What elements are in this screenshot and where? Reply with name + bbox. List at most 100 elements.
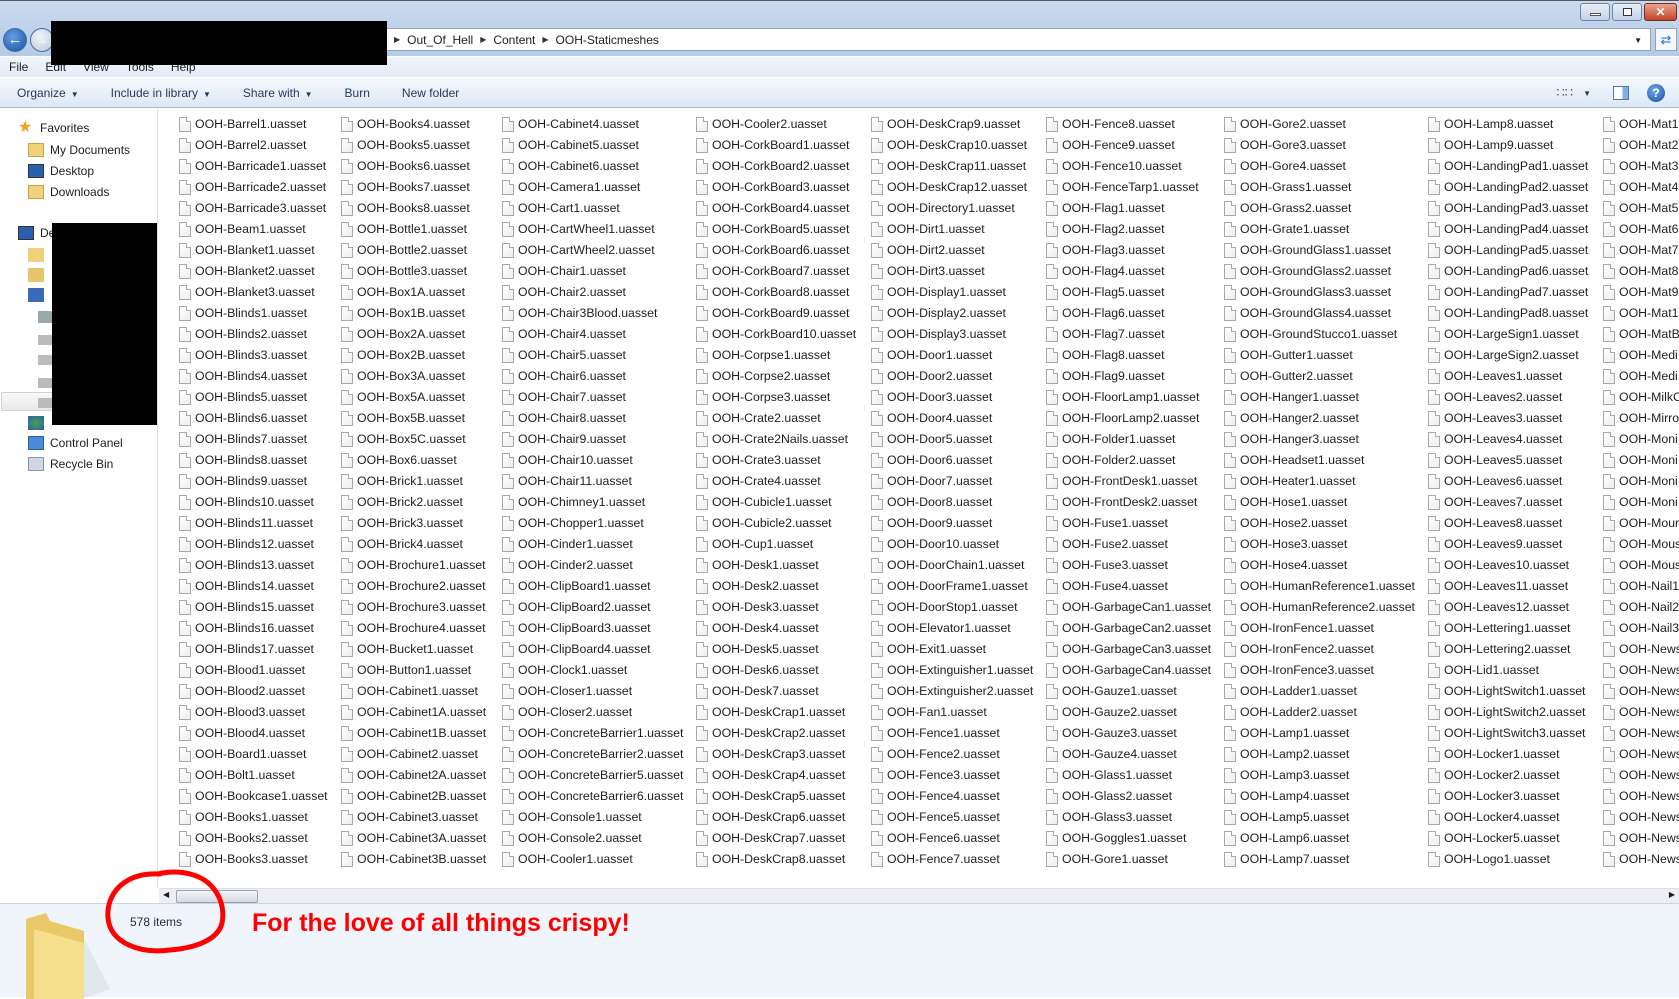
preview-pane-icon[interactable] (1613, 86, 1629, 100)
file-item[interactable]: OOH-Cabinet5.uasset (502, 135, 639, 155)
file-item[interactable]: OOH-Cabinet6.uasset (502, 156, 639, 176)
file-item[interactable]: OOH-Chopper1.uasset (502, 513, 644, 533)
file-item[interactable]: OOH-News (1603, 828, 1679, 848)
file-item[interactable]: OOH-FenceTarp1.uasset (1046, 177, 1199, 197)
file-item[interactable]: OOH-DoorChain1.uasset (871, 555, 1024, 575)
file-item[interactable]: OOH-Crate4.uasset (696, 471, 821, 491)
file-item[interactable]: OOH-Mat4. (1603, 177, 1679, 197)
nav-recycle-bin[interactable]: Recycle Bin (28, 457, 113, 471)
file-item[interactable]: OOH-DeskCrap5.uasset (696, 786, 845, 806)
file-item[interactable]: OOH-LandingPad6.uasset (1428, 261, 1588, 281)
file-item[interactable]: OOH-CartWheel1.uasset (502, 219, 655, 239)
file-item[interactable]: OOH-Locker3.uasset (1428, 786, 1560, 806)
file-item[interactable]: OOH-Desk5.uasset (696, 639, 819, 659)
file-item[interactable]: OOH-Leaves3.uasset (1428, 408, 1562, 428)
file-item[interactable]: OOH-Lettering2.uasset (1428, 639, 1570, 659)
file-item[interactable]: OOH-Fence6.uasset (871, 828, 1000, 848)
file-item[interactable]: OOH-IronFence1.uasset (1224, 618, 1374, 638)
file-item[interactable]: OOH-Button1.uasset (341, 660, 471, 680)
file-item[interactable]: OOH-Blanket3.uasset (179, 282, 315, 302)
file-item[interactable]: OOH-Cabinet1A.uasset (341, 702, 486, 722)
file-item[interactable]: OOH-Blood3.uasset (179, 702, 305, 722)
file-item[interactable]: OOH-Mour (1603, 513, 1679, 533)
file-item[interactable]: OOH-Corpse1.uasset (696, 345, 830, 365)
file-item[interactable]: OOH-Chair9.uasset (502, 429, 626, 449)
file-item[interactable]: OOH-Blanket2.uasset (179, 261, 315, 281)
file-item[interactable]: OOH-Blinds14.uasset (179, 576, 314, 596)
file-item[interactable]: OOH-Cabinet2.uasset (341, 744, 478, 764)
file-item[interactable]: OOH-Cabinet2B.uasset (341, 786, 486, 806)
file-item[interactable]: OOH-Chimney1.uasset (502, 492, 645, 512)
file-item[interactable]: OOH-Blinds16.uasset (179, 618, 314, 638)
file-item[interactable]: OOH-Door4.uasset (871, 408, 992, 428)
file-item[interactable]: OOH-Fence9.uasset (1046, 135, 1175, 155)
file-item[interactable]: OOH-Closer2.uasset (502, 702, 632, 722)
file-item[interactable]: OOH-Mat10 (1603, 303, 1679, 323)
file-item[interactable]: OOH-Fan1.uasset (871, 702, 987, 722)
file-item[interactable]: OOH-Chair2.uasset (502, 282, 626, 302)
file-item[interactable]: OOH-Mous (1603, 534, 1679, 554)
file-item[interactable]: OOH-Lamp2.uasset (1224, 744, 1349, 764)
file-item[interactable]: OOH-Moni (1603, 471, 1678, 491)
file-item[interactable]: OOH-Desk2.uasset (696, 576, 819, 596)
file-item[interactable]: OOH-Display3.uasset (871, 324, 1006, 344)
file-item[interactable]: OOH-CorkBoard2.uasset (696, 156, 849, 176)
file-item[interactable]: OOH-HumanReference1.uasset (1224, 576, 1415, 596)
help-icon[interactable]: ? (1647, 84, 1665, 102)
file-item[interactable]: OOH-Blinds9.uasset (179, 471, 307, 491)
file-item[interactable]: OOH-Blinds2.uasset (179, 324, 307, 344)
file-item[interactable]: OOH-Display2.uasset (871, 303, 1006, 323)
file-item[interactable]: OOH-DeskCrap3.uasset (696, 744, 845, 764)
file-item[interactable]: OOH-Hose2.uasset (1224, 513, 1347, 533)
file-item[interactable]: OOH-Lamp8.uasset (1428, 114, 1553, 134)
new-folder-button[interactable]: New folder (402, 86, 459, 100)
file-item[interactable]: OOH-GarbageCan3.uasset (1046, 639, 1211, 659)
file-item[interactable]: OOH-Desk7.uasset (696, 681, 819, 701)
file-item[interactable]: OOH-Logo1.uasset (1428, 849, 1550, 869)
file-item[interactable]: OOH-Box1A.uasset (341, 282, 465, 302)
file-item[interactable]: OOH-Folder2.uasset (1046, 450, 1175, 470)
file-item[interactable]: OOH-Gauze4.uasset (1046, 744, 1177, 764)
file-item[interactable]: OOH-Flag7.uasset (1046, 324, 1165, 344)
file-item[interactable]: OOH-Locker5.uasset (1428, 828, 1560, 848)
file-item[interactable]: OOH-Lamp4.uasset (1224, 786, 1349, 806)
file-item[interactable]: OOH-Bottle2.uasset (341, 240, 467, 260)
file-item[interactable]: OOH-Gutter2.uasset (1224, 366, 1353, 386)
file-item[interactable]: OOH-Camera1.uasset (502, 177, 640, 197)
file-item[interactable]: OOH-Blinds8.uasset (179, 450, 307, 470)
file-item[interactable]: OOH-Flag2.uasset (1046, 219, 1165, 239)
file-item[interactable]: OOH-CorkBoard7.uasset (696, 261, 849, 281)
file-item[interactable]: OOH-Box2A.uasset (341, 324, 465, 344)
file-item[interactable]: OOH-Fuse1.uasset (1046, 513, 1168, 533)
file-item[interactable]: OOH-Headset1.uasset (1224, 450, 1364, 470)
file-item[interactable]: OOH-Nail2. (1603, 597, 1679, 617)
file-item[interactable]: OOH-Gore1.uasset (1046, 849, 1168, 869)
file-item[interactable]: OOH-Leaves12.uasset (1428, 597, 1569, 617)
nav-desktop[interactable]: Desktop (28, 164, 94, 178)
file-item[interactable]: OOH-Bolt1.uasset (179, 765, 295, 785)
file-item[interactable]: OOH-Fuse3.uasset (1046, 555, 1168, 575)
file-item[interactable]: OOH-FloorLamp1.uasset (1046, 387, 1199, 407)
file-item[interactable]: OOH-Chair4.uasset (502, 324, 626, 344)
file-item[interactable]: OOH-Leaves5.uasset (1428, 450, 1562, 470)
file-item[interactable]: OOH-Cubicle1.uasset (696, 492, 832, 512)
file-item[interactable]: OOH-Mirro (1603, 408, 1679, 428)
file-item[interactable]: OOH-ConcreteBarrier1.uasset (502, 723, 683, 743)
file-item[interactable]: OOH-Beam1.uasset (179, 219, 306, 239)
file-item[interactable]: OOH-Books5.uasset (341, 135, 470, 155)
file-item[interactable]: OOH-Barrel2.uasset (179, 135, 306, 155)
file-item[interactable]: OOH-Brochure3.uasset (341, 597, 486, 617)
file-item[interactable]: OOH-Door9.uasset (871, 513, 992, 533)
address-dropdown-icon[interactable]: ▼ (1634, 36, 1642, 45)
file-item[interactable]: OOH-Barricade1.uasset (179, 156, 326, 176)
file-item[interactable]: OOH-News (1603, 723, 1679, 743)
file-item[interactable]: OOH-Flag1.uasset (1046, 198, 1165, 218)
file-item[interactable]: OOH-LightSwitch3.uasset (1428, 723, 1585, 743)
view-options-icon[interactable]: ∷∷ (1557, 85, 1574, 101)
file-item[interactable]: OOH-Desk6.uasset (696, 660, 819, 680)
file-item[interactable]: OOH-Flag6.uasset (1046, 303, 1165, 323)
file-item[interactable]: OOH-GarbageCan4.uasset (1046, 660, 1211, 680)
file-item[interactable]: OOH-Door3.uasset (871, 387, 992, 407)
file-item[interactable]: OOH-CorkBoard3.uasset (696, 177, 849, 197)
file-item[interactable]: OOH-Clock1.uasset (502, 660, 627, 680)
